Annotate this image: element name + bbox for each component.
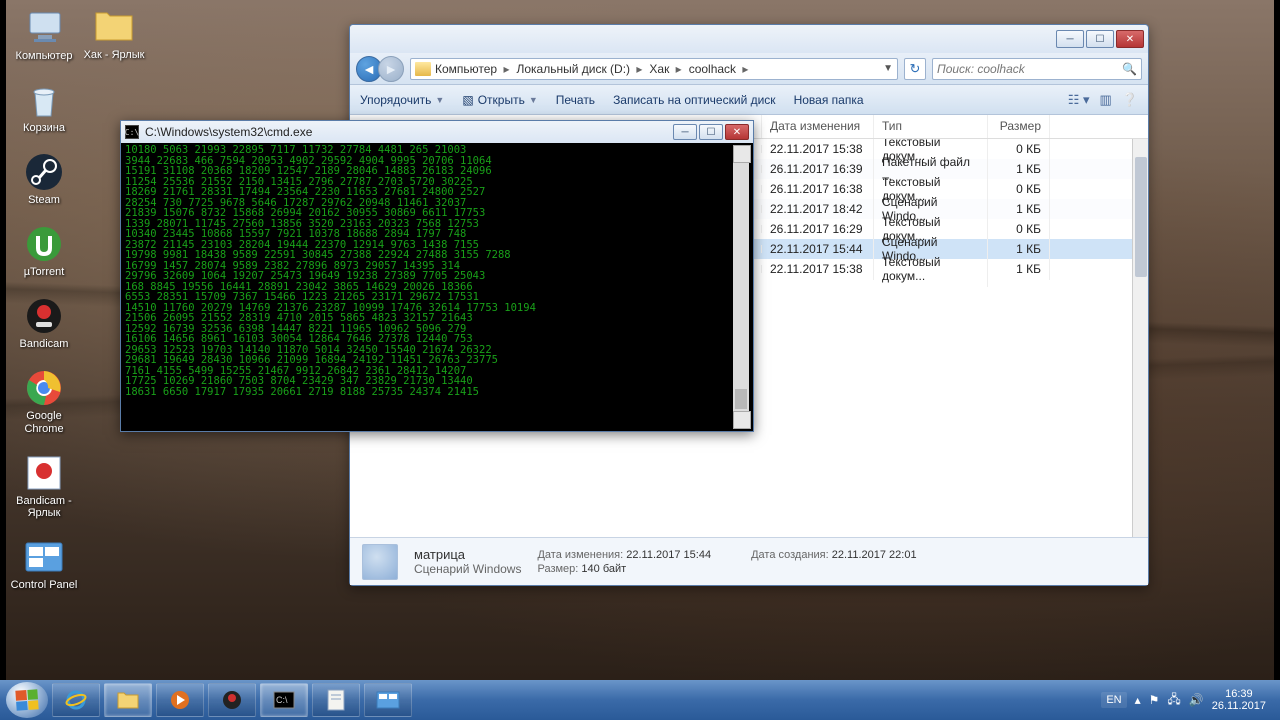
desktop-icon-label: µTorrent: [24, 266, 65, 278]
preview-pane-button[interactable]: ▥: [1100, 92, 1112, 108]
computer-icon: [24, 8, 64, 48]
col-header-size[interactable]: Размер: [988, 115, 1050, 138]
tray-chevron-up-icon[interactable]: ▴: [1135, 693, 1141, 707]
col-header-date[interactable]: Дата изменения: [762, 115, 874, 138]
desktop-icon-label: Компьютер: [16, 50, 73, 62]
cmd-title-text: C:\Windows\system32\cmd.exe: [145, 125, 312, 139]
refresh-button[interactable]: ↻: [904, 58, 926, 80]
taskbar-ie[interactable]: [52, 683, 100, 717]
breadcrumb-segment[interactable]: Хак: [649, 62, 684, 76]
language-indicator[interactable]: EN: [1101, 692, 1126, 708]
taskbar-bandicam[interactable]: [208, 683, 256, 717]
close-button[interactable]: ✕: [725, 124, 749, 140]
breadcrumb-segment[interactable]: coolhack: [689, 62, 752, 76]
desktop-icon-column: Компьютер Корзина Steam µTorrent Bandicam Goo…: [10, 8, 78, 591]
file-type-icon: [362, 544, 398, 580]
cmd-window: C:\ C:\Windows\system32\cmd.exe ─ ☐ ✕ 10…: [120, 120, 754, 432]
desktop-icon-label: Control Panel: [11, 579, 78, 591]
details-pane: матрица Сценарий Windows Дата изменения:…: [350, 537, 1148, 585]
desktop-icon-label: Корзина: [23, 122, 65, 134]
black-bar-right: [1274, 0, 1280, 680]
details-filetype: Сценарий Windows: [414, 562, 521, 576]
desktop-icon-computer[interactable]: Компьютер: [10, 8, 78, 62]
view-button[interactable]: ☷ ▾: [1068, 92, 1090, 108]
clock-date: 26.11.2017: [1212, 700, 1266, 712]
folder-icon: [94, 8, 134, 47]
desktop-icon-steam[interactable]: Steam: [10, 152, 78, 206]
maximize-button[interactable]: ☐: [699, 124, 723, 140]
address-dropdown-icon[interactable]: ▼: [883, 63, 893, 74]
close-button[interactable]: ✕: [1116, 30, 1144, 48]
desktop-icon-hack-shortcut[interactable]: Хак - Ярлык: [80, 8, 148, 61]
utorrent-icon: [24, 224, 64, 264]
address-bar[interactable]: Компьютер Локальный диск (D:) Хак coolha…: [410, 58, 898, 80]
cmd-titlebar[interactable]: C:\ C:\Windows\system32\cmd.exe ─ ☐ ✕: [121, 121, 753, 143]
forward-button[interactable]: ►: [378, 56, 404, 82]
explorer-titlebar[interactable]: ─ ☐ ✕: [350, 25, 1148, 53]
desktop-icon-bandicam[interactable]: Bandicam: [10, 296, 78, 350]
taskbar-control-panel[interactable]: [364, 683, 412, 717]
print-button[interactable]: Печать: [556, 93, 595, 107]
taskbar-wmp[interactable]: [156, 683, 204, 717]
desktop-icon-control-panel[interactable]: Control Panel: [10, 537, 78, 591]
cmd-scrollbar[interactable]: [733, 145, 749, 429]
desktop-icon-utorrent[interactable]: µTorrent: [10, 224, 78, 278]
breadcrumb-segment[interactable]: Локальный диск (D:): [516, 62, 645, 76]
clock-time: 16:39: [1212, 688, 1266, 700]
maximize-button[interactable]: ☐: [1086, 30, 1114, 48]
desktop-icon-chrome[interactable]: Google Chrome: [10, 368, 78, 434]
open-button[interactable]: ▧Открыть▼: [462, 93, 537, 107]
svg-text:C:\: C:\: [276, 695, 288, 705]
scrollbar-thumb[interactable]: [1135, 157, 1147, 277]
scrollbar-vertical[interactable]: [1132, 139, 1148, 537]
steam-icon: [24, 152, 64, 192]
organize-button[interactable]: Упорядочить▼: [360, 93, 444, 107]
new-folder-button[interactable]: Новая папка: [794, 93, 864, 107]
search-placeholder: Поиск: coolhack: [937, 62, 1025, 76]
desktop-icon-recycle[interactable]: Корзина: [10, 80, 78, 134]
minimize-button[interactable]: ─: [1056, 30, 1084, 48]
tray-flag-icon[interactable]: ⚑: [1149, 693, 1160, 707]
cmd-body: 10180 5063 21993 22895 7117 11732 27784 …: [121, 143, 753, 431]
system-tray: EN ▴ ⚑ 🖧 🔊 16:39 26.11.2017: [1101, 688, 1274, 712]
cmd-icon: C:\: [125, 125, 139, 139]
desktop-icon-label: Bandicam - Ярлык: [10, 495, 78, 519]
taskbar: C:\ EN ▴ ⚑ 🖧 🔊 16:39 26.11.2017: [0, 680, 1280, 720]
bandicam-icon: [24, 296, 64, 336]
desktop-icon-label: Steam: [28, 194, 60, 206]
desktop: Компьютер Корзина Steam µTorrent Bandicam Goo…: [0, 0, 1280, 680]
chrome-icon: [24, 368, 64, 408]
taskbar-explorer[interactable]: [104, 683, 152, 717]
control-panel-icon: [24, 537, 64, 577]
desktop-icon-bandicam-shortcut[interactable]: Bandicam - Ярлык: [10, 453, 78, 519]
recycle-icon: [24, 80, 64, 120]
explorer-nav: ◄ ► Компьютер Локальный диск (D:) Хак co…: [350, 53, 1148, 85]
col-header-type[interactable]: Тип: [874, 115, 988, 138]
explorer-toolbar: Упорядочить▼ ▧Открыть▼ Печать Записать н…: [350, 85, 1148, 115]
tray-network-icon[interactable]: 🖧: [1167, 690, 1180, 711]
cmd-output[interactable]: 10180 5063 21993 22895 7117 11732 27784 …: [125, 145, 733, 429]
details-filename: матрица: [414, 547, 521, 562]
desktop-icon-label: Bandicam: [20, 338, 69, 350]
desktop-icon-label: Хак - Ярлык: [84, 49, 145, 61]
nav-arrows: ◄ ►: [356, 56, 404, 82]
folder-icon: [415, 62, 431, 76]
start-button[interactable]: [6, 682, 48, 718]
bandicam-shortcut-icon: [24, 453, 64, 493]
tray-volume-icon[interactable]: 🔊: [1189, 693, 1204, 707]
desktop-icon-label: Google Chrome: [10, 410, 78, 434]
windows-logo-icon: [15, 689, 38, 710]
taskbar-notepad[interactable]: [312, 683, 360, 717]
clock[interactable]: 16:39 26.11.2017: [1212, 688, 1266, 712]
search-input[interactable]: Поиск: coolhack 🔍: [932, 58, 1142, 80]
help-button[interactable]: ❔: [1122, 92, 1138, 108]
taskbar-cmd[interactable]: C:\: [260, 683, 308, 717]
burn-button[interactable]: Записать на оптический диск: [613, 93, 776, 107]
breadcrumb-segment[interactable]: Компьютер: [435, 62, 512, 76]
minimize-button[interactable]: ─: [673, 124, 697, 140]
search-icon: 🔍: [1122, 62, 1137, 76]
black-bar-left: [0, 0, 6, 680]
